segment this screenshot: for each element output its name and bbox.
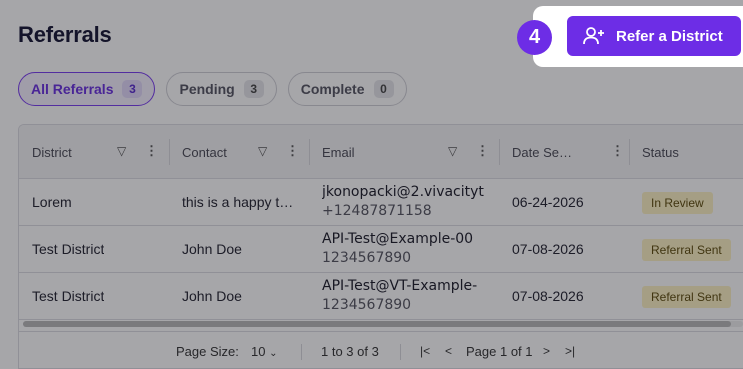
refer-district-button[interactable]: Refer a District xyxy=(567,16,741,56)
add-user-icon xyxy=(583,27,604,45)
refer-button-label: Refer a District xyxy=(616,27,723,45)
tour-step-badge: 4 xyxy=(517,20,552,55)
